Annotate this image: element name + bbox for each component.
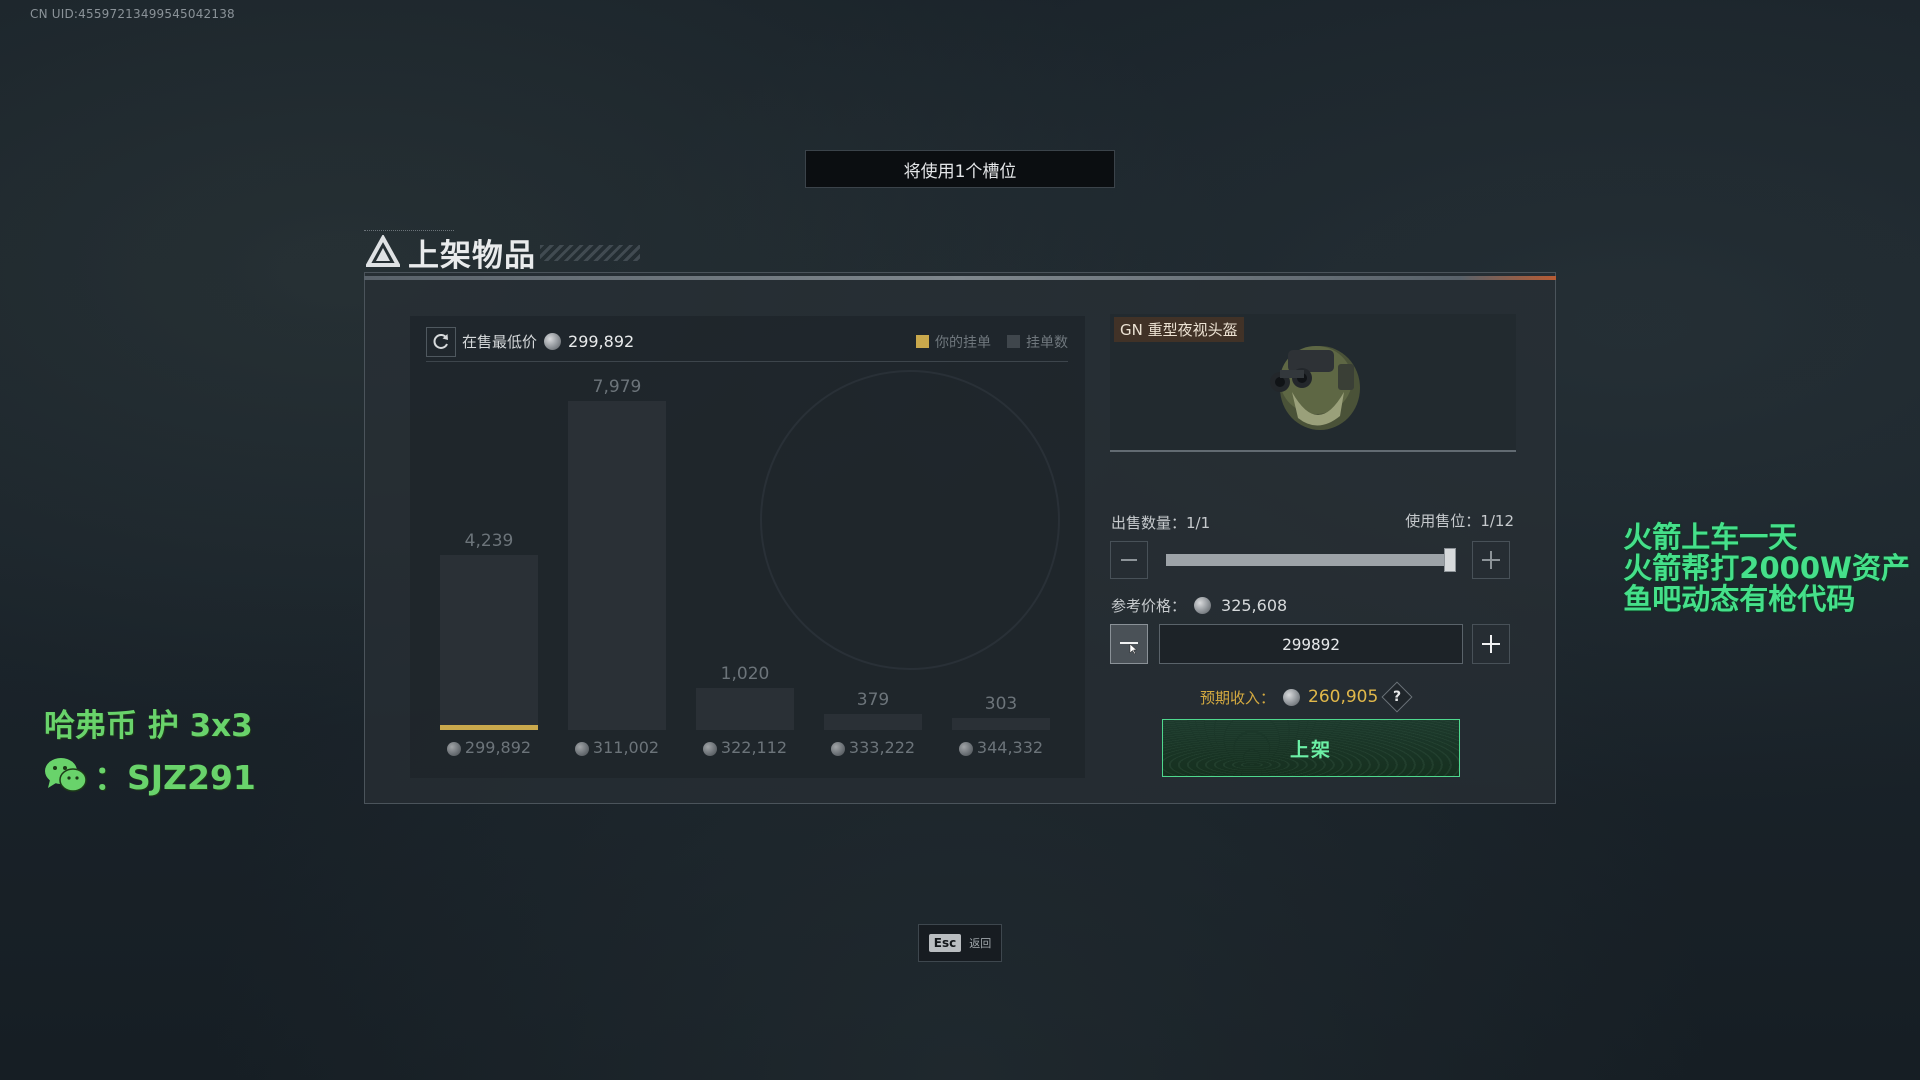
chart-bar-count-label: 303	[984, 694, 1018, 714]
overlay-left-contact: ：SJZ291	[94, 758, 256, 797]
coin-icon	[958, 741, 973, 756]
chart-bar-count-label: 7,979	[592, 377, 642, 397]
expected-income-label: 预期收入：	[1200, 688, 1276, 707]
price-input[interactable]	[1159, 624, 1463, 664]
expected-income: 预期收入： 260,905 ?	[1200, 681, 1413, 713]
sell-quantity-value: 1/1	[1186, 514, 1211, 532]
reference-price-label: 参考价格：	[1111, 597, 1187, 615]
chart-bar	[824, 714, 922, 730]
quantity-slider[interactable]	[1166, 554, 1454, 566]
panel-top-accent	[364, 276, 1556, 280]
price-increase-button[interactable]	[1472, 624, 1510, 664]
slot-usage: 使用售位：1/12	[1405, 510, 1514, 531]
chart-header: 在售最低价 299,892 你的挂单 挂单数	[426, 322, 1068, 362]
plus-icon	[1482, 635, 1500, 653]
legend-count-swatch	[1007, 334, 1020, 348]
coin-icon	[574, 741, 589, 756]
chart-bar-count-label: 4,239	[464, 531, 514, 551]
sell-quantity-label: 出售数量：	[1111, 514, 1187, 532]
legend-mine-swatch	[916, 334, 929, 348]
slot-usage-banner: 将使用1个槽位	[805, 150, 1115, 188]
stream-overlay-left: 哈弗币 护 3x3 ：SJZ291	[44, 700, 256, 799]
chart-bar-count-label: 1,020	[720, 664, 770, 684]
chart-bar	[568, 401, 666, 730]
refresh-icon	[433, 333, 448, 349]
panel-title-text: 上架物品	[408, 237, 536, 274]
coin-icon	[1194, 597, 1212, 614]
quantity-increase-button[interactable]	[1472, 541, 1510, 579]
legend-count-label: 挂单数	[1026, 334, 1068, 351]
coin-icon	[1283, 688, 1301, 706]
overlay-left-line1: 哈弗币 护 3x3	[44, 708, 253, 744]
chart-bar-price-label: 333,222	[809, 738, 937, 757]
item-name: GN 重型夜视头盔	[1114, 317, 1244, 342]
quantity-slider-thumb[interactable]	[1444, 548, 1456, 572]
refresh-button[interactable]	[426, 326, 456, 357]
night-vision-helmet-icon	[1270, 346, 1360, 430]
sell-quantity: 出售数量：1/1	[1111, 512, 1210, 533]
list-item-button-label: 上架	[1289, 738, 1332, 761]
uid-watermark: CN UID:4559721349954504213​8	[30, 7, 235, 21]
esc-back-label: 返回	[969, 937, 992, 950]
legend-count: 挂单数	[1007, 332, 1068, 352]
legend-mine-label: 你的挂单	[935, 334, 991, 351]
minus-icon	[1121, 559, 1137, 561]
chart-legend: 你的挂单 挂单数	[916, 332, 1068, 352]
reference-price-value: 325,608	[1221, 596, 1288, 615]
lowest-price-value: 299,892	[568, 332, 635, 351]
overlay-right-line: 火箭帮打2000W资产	[1623, 551, 1910, 585]
chart-bar-count-label: 379	[856, 690, 890, 710]
chart-bar-price-label: 344,332	[937, 738, 1065, 757]
lowest-price-label: 在售最低价	[462, 333, 538, 351]
chart-bar-price-label: 299,892	[425, 738, 553, 757]
chart-bar	[696, 688, 794, 730]
coin-icon	[544, 333, 562, 350]
triangle-logo-icon	[366, 235, 400, 267]
chart-bar	[440, 555, 538, 730]
overlay-right-line: 火箭上车一天	[1623, 520, 1798, 554]
chart-bar-price-label: 322,112	[681, 738, 809, 757]
title-stripe-decoration	[540, 245, 640, 261]
reference-price: 参考价格： 325,608	[1111, 595, 1287, 616]
coin-icon	[830, 741, 845, 756]
legend-mine: 你的挂单	[916, 332, 991, 352]
expected-income-value: 260,905	[1308, 687, 1379, 707]
minus-icon	[1120, 642, 1138, 655]
plus-icon	[1482, 551, 1500, 569]
coin-icon	[446, 741, 461, 756]
wechat-icon	[45, 758, 87, 792]
chart-background-emblem	[760, 370, 1060, 670]
esc-back-button[interactable]: Esc 返回	[918, 924, 1002, 962]
quantity-slider-fill	[1166, 554, 1454, 566]
slot-usage-label: 使用售位：	[1405, 512, 1481, 530]
stream-overlay-right: 火箭上车一天 火箭帮打2000W资产 鱼吧动态有枪代码	[1623, 522, 1910, 615]
panel-title: 上架物品	[366, 232, 536, 274]
coin-icon	[702, 741, 717, 756]
help-icon[interactable]: ?	[1381, 681, 1413, 713]
overlay-left-line2: ：SJZ291	[44, 751, 256, 799]
overlay-right-line: 鱼吧动态有枪代码	[1623, 582, 1856, 616]
chart-bar-price-label: 311,002	[553, 738, 681, 757]
help-icon-text: ?	[1393, 689, 1402, 705]
chart-bar	[952, 718, 1050, 730]
price-decrease-button[interactable]	[1110, 624, 1148, 664]
esc-key-icon: Esc	[928, 934, 962, 952]
slot-usage-text: 将使用1个槽位	[903, 161, 1017, 182]
slot-usage-value: 1/12	[1480, 512, 1514, 530]
quantity-decrease-button[interactable]	[1110, 541, 1148, 579]
list-item-button[interactable]: 上架	[1162, 719, 1460, 777]
